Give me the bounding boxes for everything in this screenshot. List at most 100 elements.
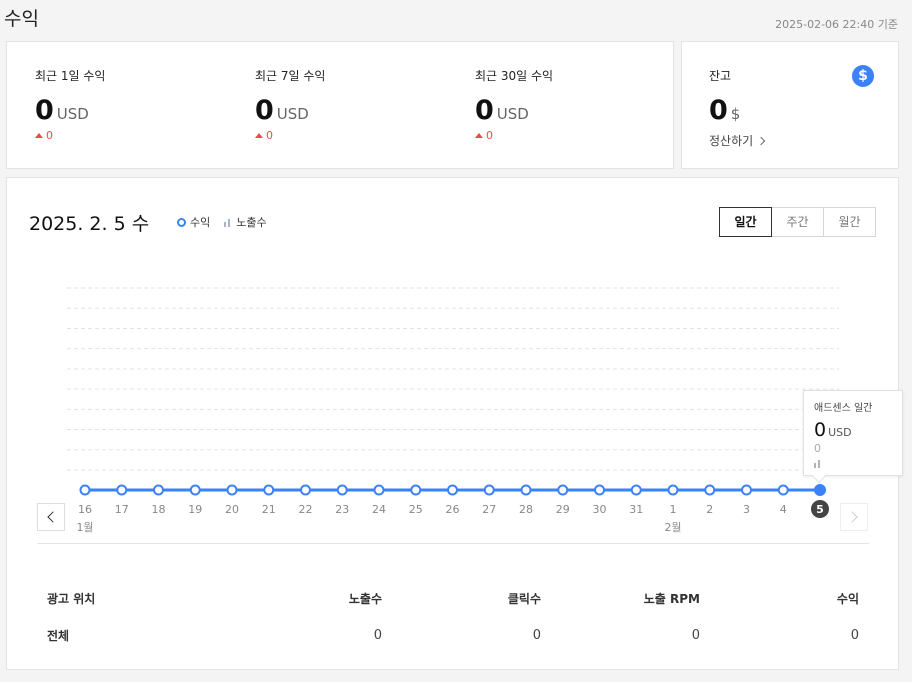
data-point (483, 484, 495, 496)
balance-stat: 잔고 0 $ 정산하기 (709, 67, 766, 149)
up-arrow-icon (475, 133, 483, 138)
prev-range-button[interactable] (37, 503, 65, 531)
x-tick-label: 31 (629, 503, 643, 516)
stat-delta: 0 (46, 129, 53, 142)
next-range-button[interactable] (840, 503, 868, 531)
data-point (336, 484, 348, 496)
balance-card: 잔고 0 $ 정산하기 $ (681, 41, 899, 169)
x-tick-label: 28 (519, 503, 533, 516)
stat-delta: 0 (486, 129, 493, 142)
data-point (557, 484, 569, 496)
month-label: 1월 (76, 521, 93, 534)
data-point (226, 484, 238, 496)
column-header: 클릭수 (507, 592, 541, 606)
settle-link[interactable]: 정산하기 (709, 132, 766, 149)
table-cell: 0 (850, 628, 859, 643)
ad-placement-table: 광고 위치 노출수 클릭수 노출 RPM 수익 전체 0 0 0 0 (47, 580, 859, 654)
balance-label: 잔고 (709, 69, 732, 83)
balance-unit: $ (730, 105, 741, 123)
x-tick-label: 25 (409, 503, 423, 516)
stat-unit: USD (276, 105, 309, 123)
x-tick-label: 3 (743, 503, 750, 516)
x-tick-label: 17 (115, 503, 129, 516)
tooltip-unit: USD (828, 426, 852, 439)
balance-value: 0 (709, 95, 728, 126)
x-tick-label: 23 (335, 503, 349, 516)
column-header: 노출 RPM (643, 592, 700, 606)
x-tick-label: 19 (188, 503, 202, 516)
chevron-right-icon (846, 511, 858, 523)
stat-unit: USD (56, 105, 89, 123)
tooltip-title: 애드센스 일간 (814, 403, 873, 414)
stat-value: 0 (475, 95, 494, 126)
x-tick-label: 24 (372, 503, 386, 516)
data-point (447, 484, 458, 496)
stat-label: 최근 30일 수익 (475, 69, 554, 83)
updated-timestamp: 2025-02-06 22:40 기준 (775, 18, 898, 31)
x-tick-label: 21 (262, 503, 276, 516)
stat-label: 최근 1일 수익 (35, 69, 106, 83)
x-tick-label: 5 (816, 503, 824, 516)
bar-chart-icon (814, 459, 892, 468)
chart-card: 2025. 2. 5 수 수익 노출수 일간 주간 월간 16 17 18 19 20 2… (6, 177, 903, 670)
period-daily-button[interactable]: 일간 (719, 207, 772, 237)
x-tick-label: 16 (78, 503, 92, 516)
table-cell: 0 (532, 628, 541, 643)
chart-tooltip: 애드센스 일간 0 USD 0 (803, 390, 903, 484)
x-tick-label: 29 (556, 503, 570, 516)
data-point (263, 484, 275, 496)
chevron-right-icon (756, 136, 766, 145)
x-tick-label: 26 (446, 503, 460, 516)
stat-delta: 0 (266, 129, 273, 142)
summary-card: 최근 1일 수익 0 USD 0 최근 7일 수익 0 USD 0 최근 30일… (6, 41, 674, 169)
x-tick-label: 22 (299, 503, 313, 516)
data-point (153, 484, 164, 496)
table-cell: 0 (373, 628, 382, 643)
data-point (300, 484, 311, 496)
data-point (373, 484, 385, 496)
data-point (189, 484, 201, 496)
page-title: 수익 (4, 8, 39, 30)
column-header: 수익 (836, 592, 859, 606)
stat-30day: 최근 30일 수익 0 USD 0 (475, 67, 553, 142)
month-label: 2월 (664, 521, 681, 534)
stat-label: 최근 7일 수익 (255, 69, 326, 83)
table-row: 전체 0 0 0 0 (47, 617, 859, 654)
data-point (777, 484, 789, 496)
x-tick-label: 2 (706, 503, 713, 516)
x-tick-label: 4 (780, 503, 787, 516)
column-header: 노출수 (348, 592, 382, 606)
table-cell: 0 (691, 628, 700, 643)
data-point (630, 484, 642, 496)
stat-value: 0 (255, 95, 274, 126)
stat-unit: USD (496, 105, 529, 123)
tooltip-value: 0 (814, 419, 827, 441)
up-arrow-icon (255, 133, 263, 138)
table-header: 광고 위치 노출수 클릭수 노출 RPM 수익 (47, 580, 859, 617)
x-tick-label: 18 (152, 503, 166, 516)
data-point (704, 484, 716, 496)
column-header: 광고 위치 (47, 592, 96, 606)
x-tick-label: 20 (225, 503, 239, 516)
table-cell: 전체 (47, 629, 70, 643)
stat-1day: 최근 1일 수익 0 USD 0 (35, 67, 105, 142)
settle-label: 정산하기 (709, 134, 754, 148)
x-tick-label: 30 (593, 503, 607, 516)
data-point (116, 484, 128, 496)
tooltip-impressions: 0 (814, 442, 821, 455)
x-tick-label: 27 (482, 503, 496, 516)
data-point (79, 484, 91, 496)
data-point (814, 484, 826, 496)
data-point (520, 484, 532, 496)
data-point (410, 484, 422, 496)
x-tick-label: 1 (670, 503, 677, 516)
data-point (667, 484, 679, 496)
stat-value: 0 (35, 95, 54, 126)
up-arrow-icon (35, 133, 43, 138)
stat-7day: 최근 7일 수익 0 USD 0 (255, 67, 325, 142)
data-point (594, 484, 605, 496)
data-point (741, 484, 752, 496)
chevron-left-icon (47, 511, 59, 523)
divider (37, 543, 869, 544)
dollar-icon: $ (852, 65, 874, 87)
